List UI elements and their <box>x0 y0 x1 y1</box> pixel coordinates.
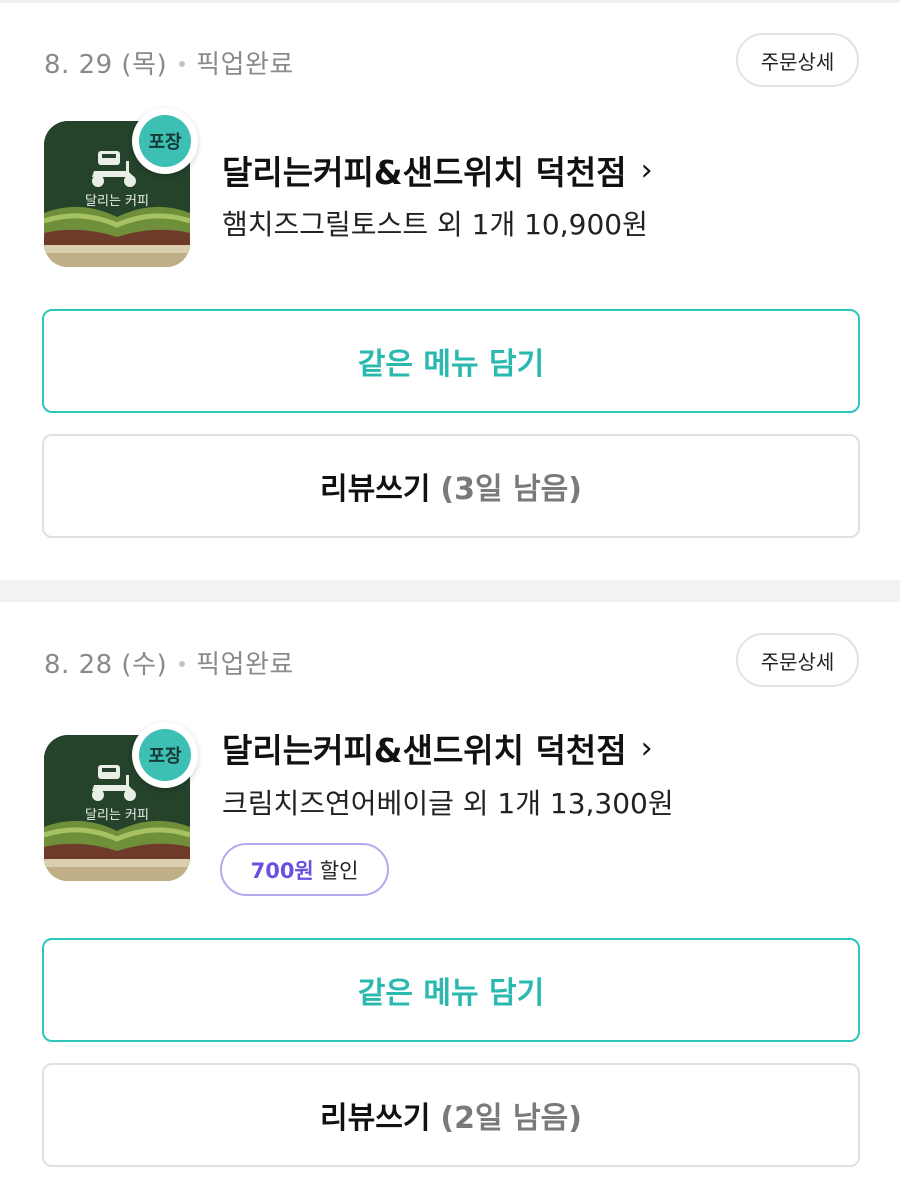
order-detail-button[interactable]: 주문상세 <box>736 633 859 687</box>
chevron-right-icon: › <box>640 152 653 188</box>
write-review-button[interactable]: 리뷰쓰기 (3일 남음) <box>42 434 860 538</box>
order-card: 8. 28 (수) 픽업완료 주문상세 달리는 커피 포장 달리는커피&샌드위치 … <box>0 602 900 1181</box>
review-remaining: (2일 남음) <box>440 1101 582 1136</box>
order-date-status: 8. 29 (목) 픽업완료 <box>44 44 294 81</box>
store-name-link[interactable]: 달리는커피&샌드위치 덕천점 › <box>222 724 653 772</box>
order-summary: 햄치즈그릴토스트 외 1개 10,900원 <box>222 208 648 241</box>
review-label: 리뷰쓰기 <box>320 472 431 507</box>
pack-badge: 포장 <box>132 722 198 788</box>
order-summary: 크림치즈연어베이글 외 1개 13,300원 <box>222 787 674 820</box>
store-name: 달리는커피&샌드위치 덕천점 <box>222 731 627 770</box>
chevron-right-icon: › <box>640 730 653 766</box>
svg-text:달리는 커피: 달리는 커피 <box>85 808 149 823</box>
write-review-button[interactable]: 리뷰쓰기 (2일 남음) <box>42 1063 860 1167</box>
order-card: 8. 29 (목) 픽업완료 주문상세 달리는 커피 포장 달리는커피&샌드위치… <box>0 0 900 580</box>
order-date: 8. 28 (수) <box>44 650 168 680</box>
order-detail-button[interactable]: 주문상세 <box>736 33 859 87</box>
discount-label: 할인 <box>319 858 359 883</box>
discount-amount: 700원 <box>250 858 314 883</box>
order-status: 픽업완료 <box>196 650 294 680</box>
discount-badge: 700원 할인 <box>220 843 389 896</box>
order-date: 8. 29 (목) <box>44 50 168 80</box>
pack-badge-label: 포장 <box>139 729 191 781</box>
review-label: 리뷰쓰기 <box>320 1101 431 1136</box>
review-remaining: (3일 남음) <box>440 472 582 507</box>
reorder-button[interactable]: 같은 메뉴 담기 <box>42 938 860 1042</box>
order-status: 픽업완료 <box>196 50 294 80</box>
store-name: 달리는커피&샌드위치 덕천점 <box>222 153 627 192</box>
order-date-status: 8. 28 (수) 픽업완료 <box>44 644 294 681</box>
pack-badge: 포장 <box>132 108 198 174</box>
separator-dot <box>179 660 186 667</box>
section-divider <box>0 580 900 602</box>
pack-badge-label: 포장 <box>139 115 191 167</box>
separator-dot <box>179 60 186 67</box>
svg-text:달리는 커피: 달리는 커피 <box>85 194 149 209</box>
reorder-button[interactable]: 같은 메뉴 담기 <box>42 309 860 413</box>
store-name-link[interactable]: 달리는커피&샌드위치 덕천점 › <box>222 146 653 194</box>
